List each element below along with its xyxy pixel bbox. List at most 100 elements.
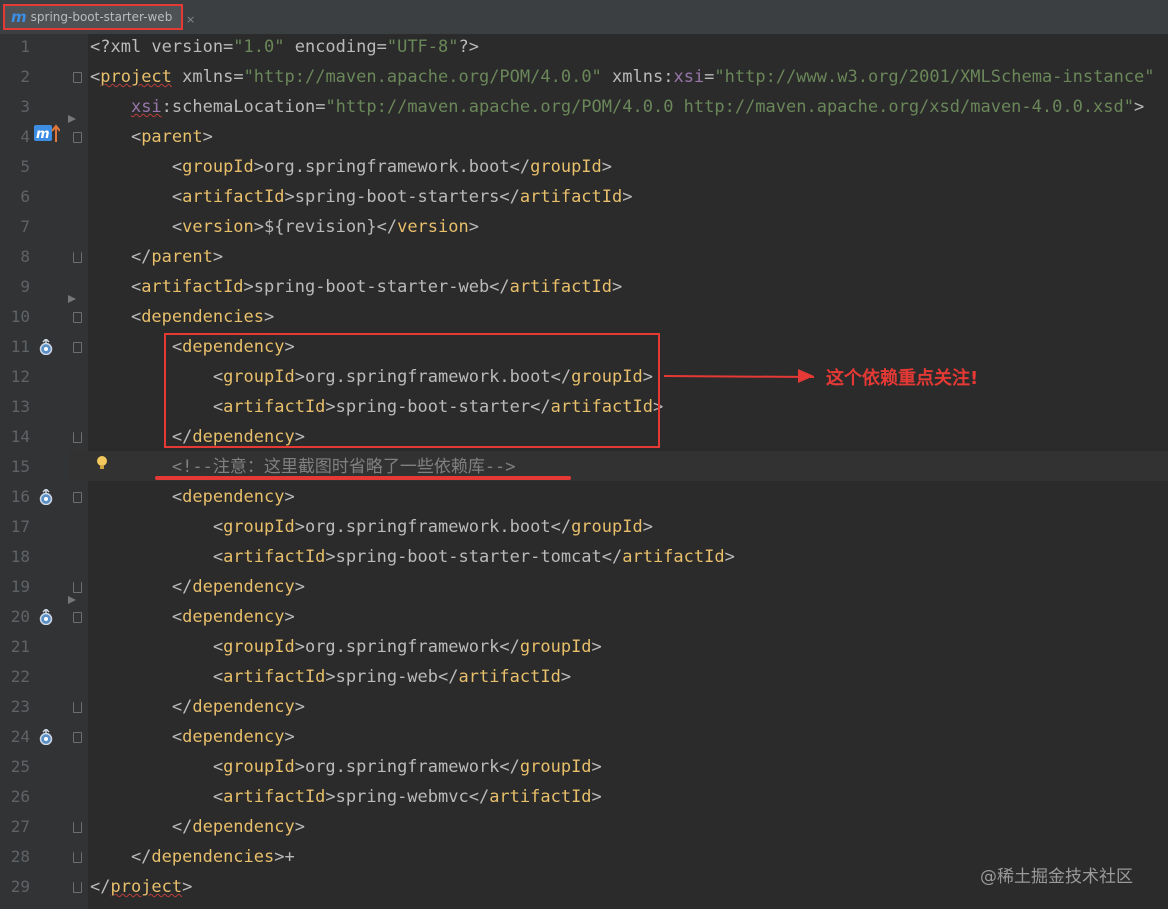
code-line[interactable]: 24 <dependency> — [0, 722, 1168, 752]
code-line[interactable]: 5 <groupId>org.springframework.boot</gro… — [0, 152, 1168, 182]
line-number: 26 — [10, 787, 30, 806]
code-text: </dependency> — [90, 572, 305, 602]
code-line[interactable]: 2 <project xmlns="http://maven.apache.org… — [0, 62, 1168, 92]
fold-marker-icon[interactable] — [73, 432, 82, 443]
code-token: < — [90, 667, 224, 687]
fold-marker-icon[interactable] — [73, 882, 82, 893]
code-token: parent — [151, 247, 213, 267]
code-token: < — [90, 547, 224, 567]
code-token: </ — [90, 247, 152, 267]
code-token: < — [90, 67, 101, 87]
code-token: groupId — [519, 757, 592, 777]
code-token: >spring-boot-starter-tomcat</ — [325, 547, 623, 567]
code-line[interactable]: 4 <parent> — [0, 122, 1168, 152]
code-token: </ — [90, 817, 193, 837]
editor-tab-bar: m spring-boot-starter-web × — [0, 0, 1168, 35]
dependency-icon[interactable] — [38, 609, 54, 625]
code-token: < — [90, 517, 224, 537]
fold-marker-icon[interactable] — [73, 492, 82, 503]
code-token: >spring-boot-starters</ — [284, 187, 520, 207]
code-line[interactable]: 20 <dependency> — [0, 602, 1168, 632]
line-number: 8 — [20, 247, 30, 266]
annotation-arrow-head — [798, 369, 814, 383]
code-line[interactable]: 18 <artifactId>spring-boot-starter-tomca… — [0, 542, 1168, 572]
fold-marker-icon[interactable] — [73, 342, 82, 353]
code-line[interactable]: 26 <artifactId>spring-webmvc</artifactId… — [0, 782, 1168, 812]
code-token: > — [591, 757, 602, 777]
code-token: artifactId — [509, 277, 613, 297]
code-text: <groupId>org.springframework.boot</group… — [90, 512, 653, 542]
code-line[interactable]: 17 <groupId>org.springframework.boot</gr… — [0, 512, 1168, 542]
dependency-icon[interactable] — [38, 489, 54, 505]
code-text: <parent> — [90, 122, 213, 152]
code-line[interactable]: 7 <version>${revision}</version> — [0, 212, 1168, 242]
fold-marker-icon[interactable] — [73, 582, 82, 593]
watermark: @稀土掘金技术社区 — [980, 867, 1133, 887]
code-line[interactable]: 10 <dependencies> — [0, 302, 1168, 332]
code-line[interactable]: 22 <artifactId>spring-web</artifactId> — [0, 662, 1168, 692]
code-text: <project xmlns="http://maven.apache.org/… — [90, 62, 1155, 92]
maven-override-icon[interactable]: m — [34, 122, 60, 144]
code-token: > — [591, 637, 602, 657]
tab-spring-boot-starter-web[interactable]: m spring-boot-starter-web — [3, 4, 183, 30]
code-line[interactable]: 27 </dependency> — [0, 812, 1168, 842]
line-number: 21 — [10, 637, 30, 656]
code-token: < — [90, 157, 183, 177]
fold-marker-icon[interactable] — [73, 132, 82, 143]
code-line[interactable]: 21 <groupId>org.springframework</groupId… — [0, 632, 1168, 662]
code-token: project — [110, 877, 183, 897]
code-line[interactable]: 1 <?xml version="1.0" encoding="UTF-8"?> — [0, 32, 1168, 62]
line-number: 16 — [10, 487, 30, 506]
fold-marker-icon[interactable] — [73, 732, 82, 743]
code-token: dependency — [182, 607, 285, 627]
code-token: >${revision}</ — [253, 217, 398, 237]
fold-marker-icon[interactable] — [73, 612, 82, 623]
fold-marker-icon[interactable] — [73, 252, 82, 263]
code-token: groupId — [530, 157, 602, 177]
line-number: 3 — [20, 97, 30, 116]
fold-marker-icon[interactable] — [73, 702, 82, 713]
maven-file-icon: m — [11, 8, 27, 26]
code-token: < — [90, 727, 183, 747]
code-token: >org.springframework</ — [294, 637, 520, 657]
code-token: > — [560, 667, 572, 687]
fold-marker-icon[interactable] — [73, 852, 82, 863]
code-token: > — [294, 697, 305, 717]
code-line[interactable]: 23 </dependency> — [0, 692, 1168, 722]
code-token: artifactId — [458, 667, 561, 687]
code-line[interactable]: 3 xsi:schemaLocation="http://maven.apach… — [0, 92, 1168, 122]
code-line[interactable]: 9 <artifactId>spring-boot-starter-web</a… — [0, 272, 1168, 302]
code-token: > — [212, 247, 224, 267]
code-line[interactable]: 16 <dependency> — [0, 482, 1168, 512]
code-line[interactable]: 8 </parent> — [0, 242, 1168, 272]
code-text: <artifactId>spring-webmvc</artifactId> — [90, 782, 602, 812]
code-line[interactable]: 19 </dependency> — [0, 572, 1168, 602]
code-text: xsi:schemaLocation="http://maven.apache.… — [90, 92, 1144, 122]
code-token: "1.0" — [233, 37, 285, 57]
tab-close-icon[interactable]: × — [186, 13, 195, 26]
fold-marker-icon[interactable] — [73, 822, 82, 833]
code-text: <version>${revision}</version> — [90, 212, 479, 242]
dependency-icon[interactable] — [38, 729, 54, 745]
line-number: 6 — [20, 187, 30, 206]
lightbulb-icon[interactable] — [96, 455, 108, 471]
code-text: </parent> — [90, 242, 223, 272]
code-token: dependency — [182, 487, 285, 507]
line-number: 19 — [10, 577, 30, 596]
fold-marker-icon[interactable] — [73, 72, 82, 83]
code-token: > — [1134, 97, 1145, 117]
code-token: >spring-webmvc</ — [325, 787, 490, 807]
code-token: > — [612, 277, 623, 297]
code-token: xsi — [130, 97, 162, 117]
line-number: 22 — [10, 667, 30, 686]
dependency-icon[interactable] — [38, 339, 54, 355]
code-text: <artifactId>spring-boot-starters</artifa… — [90, 182, 633, 212]
code-text: <dependency> — [90, 722, 295, 752]
code-line[interactable]: 25 <groupId>org.springframework</groupId… — [0, 752, 1168, 782]
line-number: 20 — [10, 607, 30, 626]
code-token: > — [591, 787, 602, 807]
line-number: 7 — [20, 217, 30, 236]
fold-marker-icon[interactable] — [73, 312, 82, 323]
code-line[interactable]: 6 <artifactId>spring-boot-starters</arti… — [0, 182, 1168, 212]
